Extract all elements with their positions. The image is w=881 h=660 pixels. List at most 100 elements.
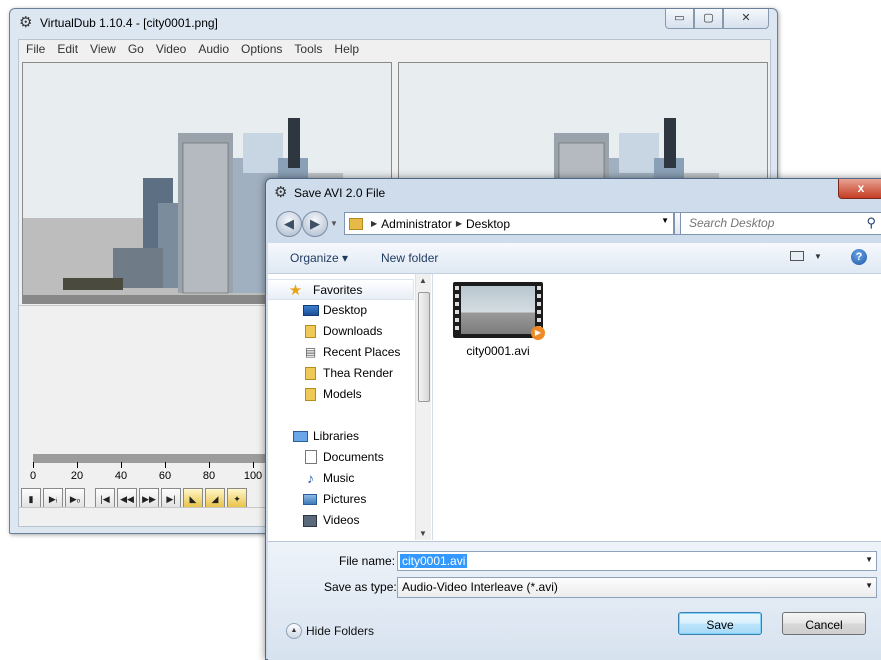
nav-item-downloads[interactable]: Downloads <box>268 321 414 342</box>
menu-view[interactable]: View <box>83 40 121 58</box>
save-as-type-select[interactable]: Audio-Video Interleave (*.avi) ▼ <box>397 577 877 598</box>
menu-file[interactable]: File <box>19 40 50 58</box>
help-icon[interactable]: ? <box>851 249 867 265</box>
dialog-close-button[interactable]: x <box>838 179 881 199</box>
star-icon: ★ <box>288 282 303 299</box>
file-name-label: city0001.avi <box>466 344 530 358</box>
nav-libraries[interactable]: Libraries <box>268 426 414 447</box>
timeline-tick <box>209 462 210 468</box>
nav-item-label: Recent Places <box>323 345 401 359</box>
address-bar[interactable]: ▶ Administrator ▶ Desktop ▼ <box>344 212 674 235</box>
vd-window-title: VirtualDub 1.10.4 - [city0001.png] <box>40 16 218 30</box>
menu-audio[interactable]: Audio <box>191 40 234 58</box>
scroll-down-icon[interactable]: ▼ <box>419 529 427 538</box>
breadcrumb-chevron-icon[interactable]: ▶ <box>456 219 462 228</box>
play-input-icon[interactable]: ▶ᵢ <box>43 488 63 508</box>
menu-edit[interactable]: Edit <box>50 40 83 58</box>
new-folder-button[interactable]: New folder <box>381 251 438 265</box>
virtualdub-app-icon: ⚙ <box>274 184 288 201</box>
organize-button[interactable]: Organize ▾ <box>290 251 348 265</box>
search-icon[interactable]: ⚲ <box>866 215 876 231</box>
menu-tools[interactable]: Tools <box>287 40 327 58</box>
scroll-up-icon[interactable]: ▲ <box>419 276 427 285</box>
cancel-button[interactable]: Cancel <box>782 612 866 635</box>
chevron-down-icon[interactable]: ▼ <box>865 555 873 564</box>
back-arrow-icon[interactable]: ◀ <box>276 211 302 237</box>
maximize-button[interactable]: ▢ <box>694 9 723 29</box>
nav-libraries-label: Libraries <box>313 429 360 443</box>
timeline-tick <box>33 462 34 468</box>
vd-window-controls: ▭ ▢ ✕ <box>665 9 769 29</box>
timeline-tick <box>77 462 78 468</box>
timeline-tick <box>253 462 254 468</box>
timeline-tick <box>165 462 166 468</box>
nav-item-videos[interactable]: Videos <box>268 510 414 531</box>
libraries-icon <box>293 431 308 442</box>
save-button[interactable]: Save <box>678 612 762 635</box>
music-icon: ♪ <box>307 470 314 486</box>
next-frame-icon[interactable]: ▶▶ <box>139 488 159 508</box>
scrollbar-thumb[interactable] <box>418 292 430 402</box>
nav-item-pictures[interactable]: Pictures <box>268 489 414 510</box>
nav-item-label: Models <box>323 387 362 401</box>
file-item[interactable]: ▶ city0001.avi <box>453 282 545 358</box>
nav-item-thea-render[interactable]: Thea Render <box>268 363 414 384</box>
nav-item-models[interactable]: Models <box>268 384 414 405</box>
search-box: ⚲ <box>680 212 881 235</box>
close-button[interactable]: ✕ <box>723 9 769 29</box>
forward-arrow-icon[interactable]: ▶ <box>302 211 328 237</box>
minimize-button[interactable]: ▭ <box>665 9 694 29</box>
timeline-tick-label: 60 <box>158 470 172 482</box>
nav-item-music[interactable]: ♪ Music <box>268 468 414 489</box>
mark-out-icon[interactable]: ◢ <box>205 488 225 508</box>
vd-menubar: File Edit View Go Video Audio Options To… <box>19 40 770 58</box>
menu-help[interactable]: Help <box>327 40 364 58</box>
file-name-value[interactable]: city0001.avi <box>400 554 468 568</box>
menu-options[interactable]: Options <box>234 40 287 58</box>
vd-titlebar[interactable]: ⚙ VirtualDub 1.10.4 - [city0001.png] ▭ ▢… <box>10 9 777 39</box>
prev-frame-icon[interactable]: ◀◀ <box>117 488 137 508</box>
timeline-tick-label: 100 <box>243 470 263 482</box>
nav-item-label: Thea Render <box>323 366 394 380</box>
nav-item-label: Videos <box>323 513 360 527</box>
hide-folders-label: Hide Folders <box>306 624 375 638</box>
stop-icon[interactable]: ▮ <box>21 488 41 508</box>
breadcrumb-chevron-icon[interactable]: ▶ <box>371 219 377 228</box>
desktop-icon <box>303 305 319 316</box>
navigation-pane: ★ Favorites Desktop Downloads ▤ Recent P… <box>268 274 430 540</box>
save-avi-dialog: ⚙ Save AVI 2.0 File x ◀ ▶ ▼ ▶ Administra… <box>265 178 881 660</box>
save-as-type-value: Audio-Video Interleave (*.avi) <box>402 580 558 594</box>
file-name-label: File name: <box>339 554 396 568</box>
nav-item-label: Downloads <box>323 324 383 338</box>
save-type-label: Save as type: <box>324 580 397 594</box>
go-start-icon[interactable]: |◀ <box>95 488 115 508</box>
recent-pages-dropdown-icon[interactable]: ▼ <box>330 219 338 228</box>
scene-icon[interactable]: ✦ <box>227 488 247 508</box>
go-end-icon[interactable]: ▶| <box>161 488 181 508</box>
breadcrumb-desktop[interactable]: Desktop <box>466 217 510 231</box>
file-list-area: ▶ city0001.avi <box>432 274 881 540</box>
nav-item-recent-places[interactable]: ▤ Recent Places <box>268 342 414 363</box>
nav-item-label: Documents <box>323 450 384 464</box>
search-input[interactable] <box>681 213 859 232</box>
documents-icon <box>305 450 317 464</box>
play-output-icon[interactable]: ▶ₒ <box>65 488 85 508</box>
folder-icon <box>305 325 316 338</box>
play-badge-icon: ▶ <box>531 326 545 340</box>
nav-item-documents[interactable]: Documents <box>268 447 414 468</box>
command-bar: Organize ▾ New folder ▼ ? <box>268 243 881 274</box>
nav-favorites[interactable]: ★ Favorites <box>268 279 414 300</box>
file-name-field[interactable]: city0001.avi ▼ <box>397 551 877 571</box>
menu-go[interactable]: Go <box>121 40 149 58</box>
views-icon[interactable] <box>790 251 804 261</box>
nav-item-desktop[interactable]: Desktop <box>268 300 414 321</box>
mark-in-icon[interactable]: ◣ <box>183 488 203 508</box>
menu-video[interactable]: Video <box>149 40 191 58</box>
views-dropdown-icon[interactable]: ▼ <box>814 252 822 261</box>
breadcrumb-administrator[interactable]: Administrator <box>381 217 452 231</box>
video-file-icon: ▶ <box>453 282 545 340</box>
chevron-down-icon[interactable]: ▼ <box>865 581 873 590</box>
address-dropdown-icon[interactable]: ▼ <box>661 216 669 225</box>
navigation-scrollbar[interactable]: ▲ ▼ <box>415 274 431 540</box>
dialog-titlebar[interactable]: ⚙ Save AVI 2.0 File x <box>266 179 881 207</box>
